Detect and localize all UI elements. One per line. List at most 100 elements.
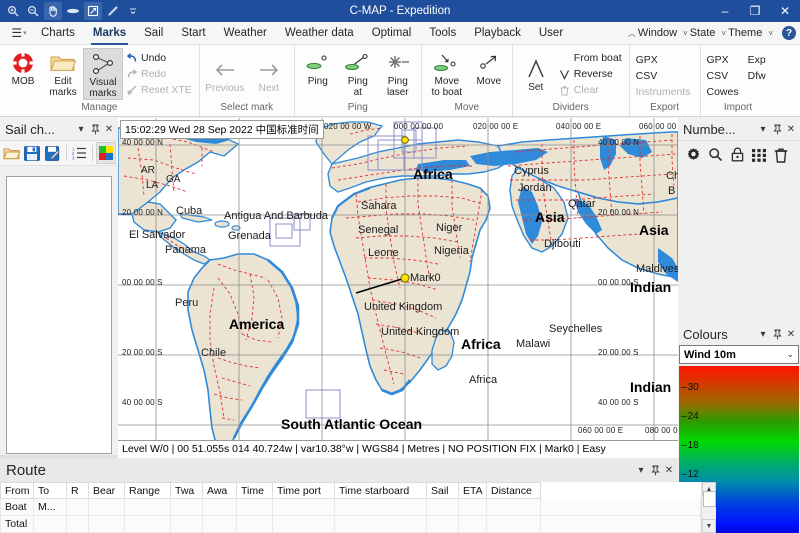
col-twa[interactable]: Twa <box>171 483 203 499</box>
export-gpx-button[interactable]: GPX <box>633 52 697 68</box>
window-menu[interactable]: ︿Window <box>625 27 680 39</box>
colours-pin-icon[interactable] <box>770 326 784 342</box>
maximize-button[interactable]: ❐ <box>740 0 770 22</box>
redo-button[interactable]: Redo <box>123 66 196 82</box>
col-awa[interactable]: Awa <box>203 483 237 499</box>
main-menu-button[interactable]: ☰ ▾ <box>6 22 32 44</box>
sail-charts-list[interactable] <box>6 176 112 454</box>
move-to-boat-button[interactable]: Move to boat <box>425 48 469 98</box>
ping-laser-button[interactable]: Ping laser <box>378 48 418 98</box>
col-to[interactable]: To <box>34 483 67 499</box>
mob-button[interactable]: MOB <box>3 48 43 87</box>
col-r[interactable]: R <box>67 483 89 499</box>
reset-xte-button[interactable]: Reset XTE <box>123 82 196 98</box>
table-row[interactable]: Boat M... <box>1 499 701 516</box>
col-from[interactable]: From <box>1 483 34 499</box>
minimize-button[interactable]: – <box>710 0 740 22</box>
export-csv-button[interactable]: CSV <box>633 68 697 84</box>
scroll-thumb[interactable] <box>703 491 716 507</box>
route-vertical-scrollbar[interactable]: ▲ ▼ <box>701 482 716 533</box>
reverse-button[interactable]: Reverse <box>556 66 626 82</box>
col-bear[interactable]: Bear <box>89 483 125 499</box>
col-sail[interactable]: Sail <box>427 483 459 499</box>
col-eta[interactable]: ETA <box>459 483 487 499</box>
save-edit-icon[interactable] <box>43 142 63 164</box>
lock-icon[interactable] <box>728 145 746 165</box>
tab-start[interactable]: Start <box>172 22 214 45</box>
import-gpx-button[interactable]: GPX <box>704 52 745 68</box>
next-mark-button[interactable]: Next <box>247 55 291 94</box>
col-distance[interactable]: Distance <box>487 483 541 499</box>
tab-sail[interactable]: Sail <box>135 22 172 45</box>
cell-bear <box>89 499 125 516</box>
save-icon[interactable] <box>23 142 43 164</box>
route-close-icon[interactable]: ✕ <box>662 462 676 478</box>
colours-icon[interactable] <box>96 142 116 164</box>
set-dividers-button[interactable]: Set <box>516 54 556 93</box>
previous-mark-button[interactable]: Previous <box>203 55 247 94</box>
col-time-starboard[interactable]: Time starboard <box>335 483 427 499</box>
col-range[interactable]: Range <box>125 483 171 499</box>
numbers-dropdown-icon[interactable]: ▾ <box>756 121 770 137</box>
from-boat-button[interactable]: From boat <box>556 50 626 66</box>
zoom-in-icon[interactable] <box>4 2 22 20</box>
open-icon[interactable] <box>2 142 22 164</box>
customize-caret-icon[interactable] <box>124 2 142 20</box>
ping-button[interactable]: Ping <box>298 48 338 87</box>
zoom-out-icon[interactable] <box>24 2 42 20</box>
group-title-move: Move <box>425 102 509 116</box>
boat-icon[interactable] <box>64 2 82 20</box>
pin-icon[interactable] <box>88 121 102 137</box>
restore-window-icon[interactable] <box>84 2 102 20</box>
move-button[interactable]: Move <box>469 48 509 87</box>
theme-menu[interactable]: ˅Theme <box>718 27 765 39</box>
visual-marks-button[interactable]: Visual marks <box>83 48 123 100</box>
tab-optimal[interactable]: Optimal <box>363 22 421 45</box>
search-icon[interactable] <box>706 145 724 165</box>
import-csv-button[interactable]: CSV <box>704 68 745 84</box>
visual-marks-label-1: Visual <box>89 77 116 88</box>
route-pin-icon[interactable] <box>648 462 662 478</box>
pen-icon[interactable] <box>104 2 122 20</box>
table-row[interactable]: Total <box>1 516 701 533</box>
export-instruments-button[interactable]: Instruments <box>633 84 697 100</box>
continent-label-indian-2: Indian <box>630 379 671 395</box>
edit-marks-button[interactable]: Edit marks <box>43 48 83 98</box>
colours-close-icon[interactable]: ✕ <box>784 326 798 342</box>
tab-weather-data[interactable]: Weather data <box>276 22 363 45</box>
help-menu-caret[interactable]: ˅ <box>765 29 778 38</box>
numbers-close-icon[interactable]: ✕ <box>784 121 798 137</box>
tab-tools[interactable]: Tools <box>420 22 465 45</box>
gear-icon[interactable] <box>684 145 702 165</box>
scroll-down-button[interactable]: ▼ <box>702 519 716 533</box>
trash-icon[interactable] <box>772 145 790 165</box>
import-cowes-button[interactable]: Cowes <box>704 84 745 100</box>
import-dfw-button[interactable]: Dfw <box>745 68 772 84</box>
sail-charts-dropdown-icon[interactable]: ▾ <box>74 121 88 137</box>
col-time-port[interactable]: Time port <box>273 483 335 499</box>
sail-charts-close-icon[interactable]: ✕ <box>102 121 116 137</box>
pan-hand-icon[interactable] <box>44 2 62 20</box>
tab-playback[interactable]: Playback <box>465 22 530 45</box>
clear-dividers-button[interactable]: Clear <box>556 82 626 98</box>
lat-label-left-2: 00 00 00 S <box>122 278 163 287</box>
tab-user[interactable]: User <box>530 22 572 45</box>
list-icon[interactable]: 123 <box>70 142 90 164</box>
tab-weather[interactable]: Weather <box>215 22 276 45</box>
col-time[interactable]: Time <box>237 483 273 499</box>
ping-at-button[interactable]: Ping at <box>338 48 378 98</box>
numbers-body[interactable] <box>678 168 800 316</box>
undo-button[interactable]: Undo <box>123 50 196 66</box>
colours-dropdown-icon[interactable]: ▾ <box>756 326 770 342</box>
grid-icon[interactable] <box>750 145 768 165</box>
close-button[interactable]: ✕ <box>770 0 800 22</box>
colours-variable-select[interactable]: Wind 10m ⌄ <box>679 345 799 364</box>
route-dropdown-icon[interactable]: ▾ <box>634 462 648 478</box>
tab-charts[interactable]: Charts <box>32 22 84 45</box>
help-icon[interactable]: ? <box>782 26 796 40</box>
tab-marks[interactable]: Marks <box>84 22 135 45</box>
import-exp-button[interactable]: Exp <box>745 52 772 68</box>
state-menu[interactable]: ˅State <box>680 27 718 39</box>
chart-map-view[interactable]: 060 00 00 W 040 00 00 W 020 00 00 W 000 … <box>118 118 678 458</box>
numbers-pin-icon[interactable] <box>770 121 784 137</box>
